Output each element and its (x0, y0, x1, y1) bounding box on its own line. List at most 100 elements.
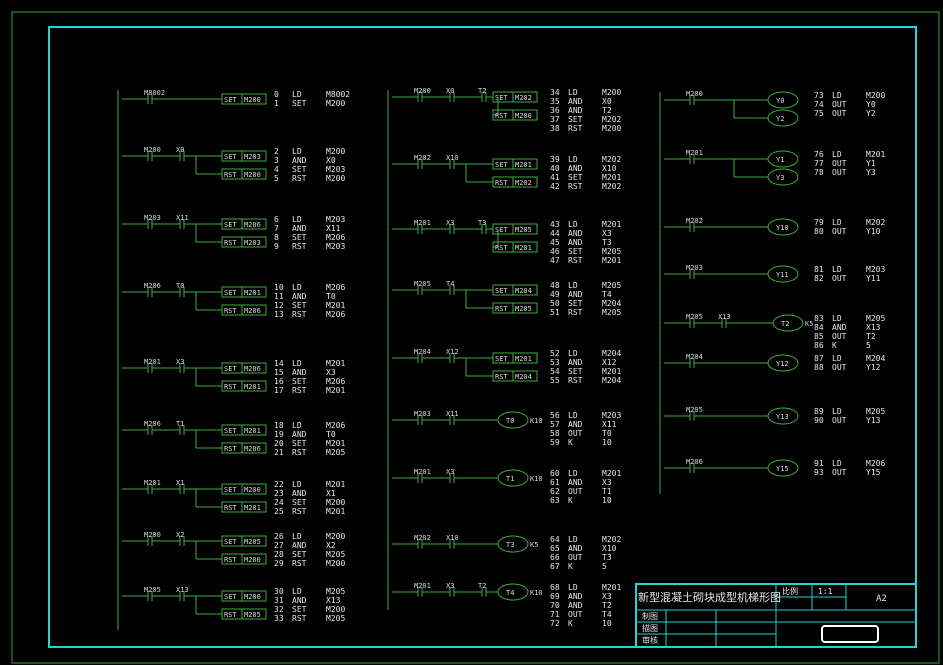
contact-label: X1 (176, 479, 184, 487)
scale-label: 比例 (782, 586, 798, 596)
il-instruction: SET (292, 233, 307, 242)
coil-device: Y13 (776, 413, 789, 421)
ladder-rung: M200 X0 T2SET M202RST M20034 LD M20035 AND X036 A… (392, 87, 621, 133)
contact-label: X0 (176, 146, 184, 154)
il-operand: T4 (602, 610, 612, 619)
il-instruction: OUT (832, 109, 847, 118)
il-instruction: RST (292, 507, 307, 516)
coil-type: RST (495, 373, 508, 381)
il-instruction: LD (292, 359, 302, 368)
il-step: 61 (550, 478, 560, 487)
il-step: 51 (550, 308, 560, 317)
coil-type: SET (495, 94, 508, 102)
ladder-rung: M202Y1079 LD M20280 OUT Y10 (664, 217, 885, 236)
il-step: 34 (550, 88, 560, 97)
coil-type: SET (495, 287, 508, 295)
ladder-rung: M201 X3 T3SET M205RST M20143 LD M20144 AND X345 A… (392, 219, 621, 265)
il-instruction: AND (568, 601, 583, 610)
coil-device: M201 (515, 161, 532, 169)
il-instruction: LD (292, 587, 302, 596)
coil-device: Y2 (776, 115, 784, 123)
il-operand: M204 (866, 354, 885, 363)
il-operand: M200 (326, 99, 345, 108)
ladder-rung: M200Y0Y273 LD M20074 OUT Y075 OUT Y2 (664, 90, 885, 127)
il-step: 38 (550, 124, 560, 133)
il-operand: M200 (326, 532, 345, 541)
contact-label: X2 (176, 531, 184, 539)
contact-label: M200 (686, 90, 703, 98)
contact-label: M202 (414, 534, 431, 542)
contact-label: M201 (144, 479, 161, 487)
il-step: 40 (550, 164, 560, 173)
il-operand: M205 (326, 614, 345, 623)
il-operand: M205 (326, 448, 345, 457)
il-operand: Y15 (866, 468, 881, 477)
il-step: 39 (550, 155, 560, 164)
il-instruction: AND (568, 238, 583, 247)
ladder-rung: M205 T4SET M204RST M20548 LD M20549 AND T450 SET… (392, 280, 621, 317)
title-block: 新型混凝土砌块成型机梯形图 比例 1:1 A2 制图 描图 审核 (635, 583, 917, 648)
logo-box (821, 625, 879, 643)
coil-device: M200 (244, 486, 261, 494)
il-instruction: SET (568, 247, 583, 256)
coil-type: RST (224, 611, 237, 619)
contact-label: X13 (718, 313, 731, 321)
il-step: 91 (814, 459, 824, 468)
il-step: 30 (274, 587, 284, 596)
coil-device: M202 (515, 94, 532, 102)
il-step: 22 (274, 480, 284, 489)
il-step: 89 (814, 407, 824, 416)
il-instruction: OUT (832, 332, 847, 341)
il-operand: Y13 (866, 416, 881, 425)
il-step: 33 (274, 614, 284, 623)
il-operand: T2 (602, 106, 612, 115)
il-instruction: LD (832, 407, 842, 416)
il-operand: M201 (866, 150, 885, 159)
coil-device: M205 (515, 305, 532, 313)
contact-label: X13 (176, 586, 189, 594)
il-operand: 10 (602, 496, 612, 505)
contact-label: M8002 (144, 89, 165, 97)
timer-constant: K10 (530, 475, 543, 483)
ladder-rung: M204Y1287 LD M20488 OUT Y12 (664, 353, 885, 372)
contact-label: M203 (686, 264, 703, 272)
il-operand: 5 (602, 562, 607, 571)
il-operand: Y12 (866, 363, 881, 372)
il-operand: M200 (866, 91, 885, 100)
coil-device: T3 (506, 541, 514, 549)
il-step: 64 (550, 535, 560, 544)
il-operand: M205 (602, 308, 621, 317)
il-operand: M203 (326, 242, 345, 251)
il-instruction: SET (568, 173, 583, 182)
il-operand: M202 (602, 182, 621, 191)
il-instruction: OUT (832, 274, 847, 283)
il-operand: X3 (602, 478, 612, 487)
il-instruction: K (568, 438, 573, 447)
contact-label: X10 (446, 154, 459, 162)
il-instruction: LD (292, 147, 302, 156)
coil-type: RST (224, 307, 237, 315)
il-step: 3 (274, 156, 279, 165)
contact-label: T0 (176, 282, 184, 290)
coil-type: RST (224, 239, 237, 247)
ladder-rung: M200 X2SET M205RST M20026 LD M20027 AND X228 SET… (122, 531, 345, 568)
coil-device: M204 (515, 373, 532, 381)
coil-device: M206 (244, 307, 261, 315)
il-instruction: LD (568, 349, 578, 358)
ladder-rung: M206 T0SET M201RST M20610 LD M20611 AND T012 SET… (122, 282, 345, 319)
coil-device: T2 (781, 320, 789, 328)
coil-device: Y12 (776, 360, 789, 368)
il-operand: M201 (326, 359, 345, 368)
il-step: 79 (814, 218, 824, 227)
il-step: 68 (550, 583, 560, 592)
il-instruction: AND (568, 97, 583, 106)
il-operand: T4 (602, 290, 612, 299)
il-operand: X3 (602, 592, 612, 601)
il-operand: M202 (602, 535, 621, 544)
il-step: 80 (814, 227, 824, 236)
il-step: 29 (274, 559, 284, 568)
il-step: 58 (550, 429, 560, 438)
il-operand: T2 (602, 601, 612, 610)
coil-type: SET (224, 365, 237, 373)
il-operand: M8002 (326, 90, 350, 99)
